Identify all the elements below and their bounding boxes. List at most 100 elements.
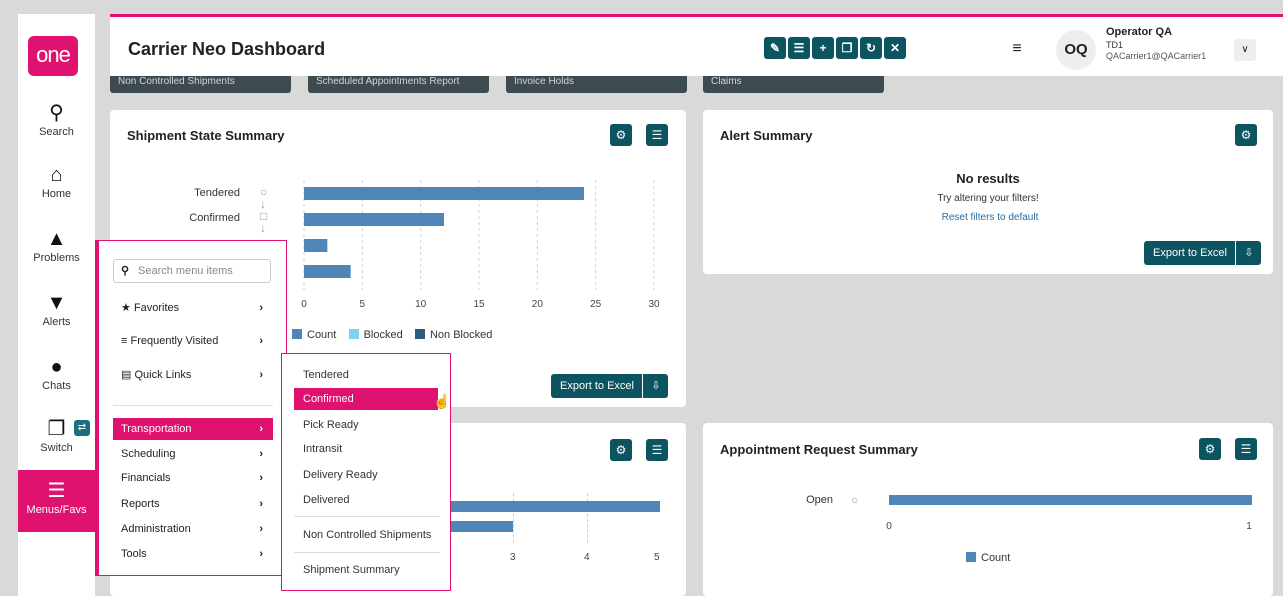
export-excel-button[interactable]: Export to Excel ⇩ bbox=[1144, 241, 1261, 265]
submenu-item-delivered[interactable]: Delivered bbox=[294, 489, 438, 511]
page-title: Carrier Neo Dashboard bbox=[128, 39, 326, 59]
divider bbox=[294, 516, 440, 517]
nav-alerts-label: Alerts bbox=[42, 316, 71, 328]
chevron-right-icon: › bbox=[259, 472, 263, 484]
menu-item-label: Quick Links bbox=[134, 369, 192, 381]
divider bbox=[113, 405, 273, 406]
menu-item-frequently-visited[interactable]: ≡ Frequently Visited › bbox=[113, 330, 273, 352]
list-icon: ☰ bbox=[1240, 442, 1252, 456]
menu-search-input[interactable]: ⚲ Search menu items bbox=[113, 259, 271, 283]
avatar[interactable]: OQ bbox=[1056, 30, 1096, 70]
menu-item-label: Transportation bbox=[121, 423, 192, 435]
panel-title: Appointment Request Summary bbox=[720, 442, 918, 457]
filter-button[interactable]: ⚙ bbox=[610, 124, 632, 146]
app-logo[interactable]: one bbox=[28, 36, 78, 76]
chat-icon: ● bbox=[50, 356, 63, 378]
nav-home[interactable]: ⌂ Home bbox=[18, 164, 95, 200]
menu-item-quick-links[interactable]: ▤ Quick Links › bbox=[113, 364, 273, 386]
close-icon: ✕ bbox=[889, 41, 901, 55]
nav-menus-favs[interactable]: ☰ Menus/Favs bbox=[18, 470, 95, 532]
filter-button[interactable]: ⚙ bbox=[610, 439, 632, 461]
tile-invoice-holds[interactable]: Invoice Holds bbox=[506, 76, 687, 93]
chevron-down-icon: ∨ bbox=[1241, 44, 1249, 55]
close-button[interactable]: ✕ bbox=[884, 37, 906, 59]
filter-button[interactable]: ⚙ bbox=[1235, 124, 1257, 146]
filter-icon: ⚙ bbox=[615, 443, 627, 457]
chart-bar bbox=[304, 187, 584, 200]
chart-bar bbox=[440, 501, 660, 512]
edit-button[interactable]: ✎ bbox=[764, 37, 786, 59]
legend-swatch bbox=[966, 552, 976, 562]
submenu-item-intransit[interactable]: Intransit bbox=[294, 438, 438, 460]
no-results-text: No results bbox=[956, 171, 1020, 186]
category-label: Confirmed bbox=[189, 212, 240, 224]
chevron-right-icon: › bbox=[259, 335, 263, 347]
submenu-item-tendered[interactable]: Tendered bbox=[294, 364, 438, 386]
star-icon: ★ bbox=[121, 302, 131, 314]
list-icon: ≡ bbox=[121, 335, 128, 347]
nav-switch[interactable]: ❐ Switch ⇄ bbox=[18, 418, 95, 454]
chevron-right-icon: › bbox=[259, 548, 263, 560]
filter-icon: ⚙ bbox=[1204, 442, 1216, 456]
menu-item-label: Reports bbox=[121, 498, 160, 510]
panel-title: Alert Summary bbox=[720, 128, 813, 143]
legend-swatch bbox=[348, 329, 359, 339]
legend-count: Count bbox=[981, 552, 1011, 564]
menu-item-tools[interactable]: Tools › bbox=[113, 543, 273, 565]
list-icon: ☰ bbox=[651, 443, 663, 457]
menu-item-transportation[interactable]: Transportation › bbox=[113, 418, 273, 440]
menu-item-scheduling[interactable]: Scheduling › bbox=[113, 443, 273, 465]
list-button[interactable]: ☰ bbox=[788, 37, 810, 59]
menu-item-reports[interactable]: Reports › bbox=[113, 493, 273, 515]
menu-button[interactable]: ☰ bbox=[646, 124, 668, 146]
legend-non-blocked: Non Blocked bbox=[429, 329, 493, 341]
separator bbox=[1235, 241, 1236, 265]
hint-text: Try altering your filters! bbox=[937, 193, 1039, 204]
menu-item-label: Tools bbox=[121, 548, 147, 560]
nav-search[interactable]: ⚲ Search bbox=[18, 102, 95, 138]
appointment-request-panel: Appointment Request Summary ⚙ ☰ Open ○ 0… bbox=[703, 423, 1273, 596]
menu-item-administration[interactable]: Administration › bbox=[113, 518, 273, 540]
submenu-item-non-controlled[interactable]: Non Controlled Shipments bbox=[294, 524, 438, 546]
tick-label: 0 bbox=[301, 299, 307, 310]
nav-chats-label: Chats bbox=[42, 380, 71, 392]
tile-non-controlled[interactable]: Non Controlled Shipments bbox=[110, 76, 291, 93]
legend-swatch bbox=[414, 329, 425, 339]
nav-alerts[interactable]: ▼ Alerts bbox=[18, 292, 95, 328]
bell-icon: ▼ bbox=[46, 292, 67, 314]
nav-problems-label: Problems bbox=[33, 252, 80, 264]
category-label: Open bbox=[806, 494, 833, 506]
legend-blocked: Blocked bbox=[363, 329, 403, 341]
menu-item-financials[interactable]: Financials › bbox=[113, 467, 273, 489]
chevron-right-icon: › bbox=[259, 369, 263, 381]
submenu-item-pick-ready[interactable]: Pick Ready bbox=[294, 414, 438, 436]
export-excel-button[interactable]: Export to Excel ⇩ bbox=[551, 374, 668, 398]
menu-item-favorites[interactable]: ★ Favorites › bbox=[113, 297, 273, 319]
hamburger-icon[interactable]: ≡ bbox=[1007, 39, 1027, 59]
add-button[interactable]: + bbox=[812, 37, 834, 59]
nav-problems[interactable]: ▲ Problems bbox=[18, 228, 95, 264]
menu-button[interactable]: ☰ bbox=[1235, 438, 1257, 460]
tick-label: 15 bbox=[473, 299, 485, 310]
refresh-button[interactable]: ↻ bbox=[860, 37, 882, 59]
divider bbox=[294, 552, 440, 553]
filter-button[interactable]: ⚙ bbox=[1199, 438, 1221, 460]
menu-button[interactable]: ☰ bbox=[646, 439, 668, 461]
tick-label: 25 bbox=[590, 299, 602, 310]
status-flow-icon: ○ ↓ □ ↓ bbox=[260, 185, 268, 235]
tick-label: 4 bbox=[584, 552, 590, 563]
search-placeholder: Search menu items bbox=[138, 265, 233, 277]
legend-swatch bbox=[292, 329, 302, 339]
tick-label: 5 bbox=[360, 299, 366, 310]
chevron-right-icon: › bbox=[259, 423, 263, 435]
reset-filters-link[interactable]: Reset filters to default bbox=[703, 212, 1277, 223]
submenu-item-confirmed[interactable]: Confirmed bbox=[294, 388, 438, 410]
tile-claims[interactable]: Claims bbox=[703, 76, 884, 93]
copy-button[interactable]: ❐ bbox=[836, 37, 858, 59]
tile-scheduled-appointments[interactable]: Scheduled Appointments Report bbox=[308, 76, 489, 93]
submenu-item-shipment-summary[interactable]: Shipment Summary bbox=[294, 559, 438, 581]
nav-chats[interactable]: ● Chats bbox=[18, 356, 95, 392]
user-dropdown-button[interactable]: ∨ bbox=[1234, 39, 1256, 61]
submenu-item-delivery-ready[interactable]: Delivery Ready bbox=[294, 464, 438, 486]
warning-icon: ▲ bbox=[46, 228, 67, 250]
